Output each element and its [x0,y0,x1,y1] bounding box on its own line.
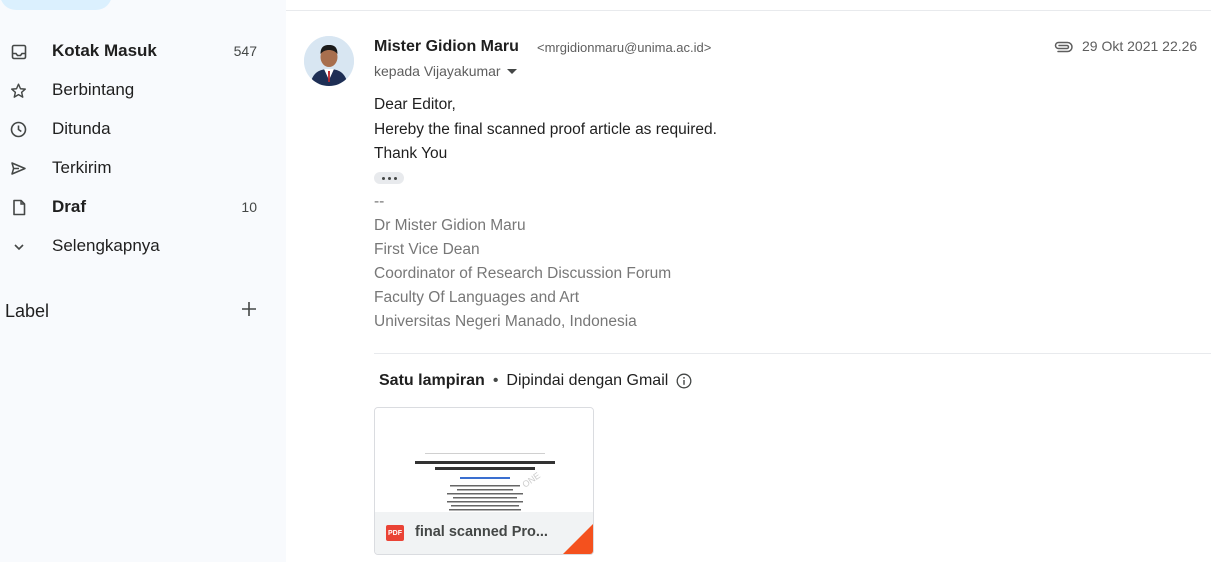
compose-button-edge[interactable] [0,0,112,10]
signature-line: Faculty Of Languages and Art [374,289,580,306]
sidebar-item-sent[interactable]: Terkirim [0,152,275,184]
svg-text:ONE: ONE [520,470,542,489]
paperclip-icon [1053,40,1073,54]
labels-heading: Label [5,301,50,321]
dot [381,176,385,180]
signature-line: Universitas Negeri Manado, Indonesia [374,313,637,330]
sender-email: <mrgidionmaru@unima.ac.id> [537,40,712,55]
attachment-filename[interactable]: final scanned Pro... [415,524,548,540]
sidebar-item-label: Berbintang [52,80,135,99]
star-icon [10,82,27,99]
draft-count: 10 [241,199,257,215]
chevron-down-icon [10,238,27,255]
recipient-details[interactable]: kepada Vijayakumar [374,63,517,79]
sender-name[interactable]: Mister Gidion Maru [374,38,519,56]
inbox-icon [10,43,27,60]
sidebar: Kotak Masuk 547 Berbintang Ditunda Terki… [0,0,286,562]
info-icon[interactable] [676,373,692,389]
divider [286,10,1211,11]
message-date: 29 Okt 2021 22.26 [1082,38,1198,54]
body-line: Hereby the final scanned proof article a… [374,121,717,138]
clock-icon [10,121,27,138]
attachment-preview[interactable]: ONE [375,408,593,512]
unread-count: 547 [233,43,257,59]
sidebar-item-drafts[interactable]: Draf 10 [0,191,275,223]
signature-line: Dr Mister Gidion Maru [374,217,526,234]
divider [374,353,1211,354]
pdf-icon: PDF [386,525,404,541]
show-trimmed-content-button[interactable] [374,172,404,184]
sidebar-item-more[interactable]: Selengkapnya [0,230,275,262]
sidebar-item-label: Terkirim [52,158,112,177]
scan-status: Dipindai dengan Gmail [506,372,669,389]
avatar[interactable] [304,36,354,86]
signature-line: Coordinator of Research Discussion Forum [374,265,672,282]
draft-icon [10,199,27,216]
attachment-card[interactable]: ONE PDF final scanned Pro... [374,407,594,555]
separator: • [492,372,499,389]
attachment-summary: Satu lampiran • Dipindai dengan Gmail [379,372,692,390]
caret-down-icon[interactable] [506,68,517,74]
sidebar-item-label: Selengkapnya [52,236,160,255]
send-icon [10,160,27,177]
signature-line: -- [374,193,385,210]
sidebar-item-inbox[interactable]: Kotak Masuk 547 [0,35,275,67]
sidebar-item-label: Kotak Masuk [52,41,157,60]
sidebar-item-label: Draf [52,197,87,216]
sidebar-item-starred[interactable]: Berbintang [0,74,275,106]
attachment-count: Satu lampiran [379,372,485,389]
dot [393,176,397,180]
body-line: Dear Editor, [374,96,456,113]
page-fold-icon [563,524,593,554]
signature-line: First Vice Dean [374,241,480,258]
dot [387,176,391,180]
body-line: Thank You [374,145,448,162]
sidebar-item-snoozed[interactable]: Ditunda [0,113,275,145]
plus-icon[interactable] [238,298,260,320]
sidebar-item-label: Ditunda [52,119,111,138]
recipient-label: kepada Vijayakumar [374,63,501,79]
